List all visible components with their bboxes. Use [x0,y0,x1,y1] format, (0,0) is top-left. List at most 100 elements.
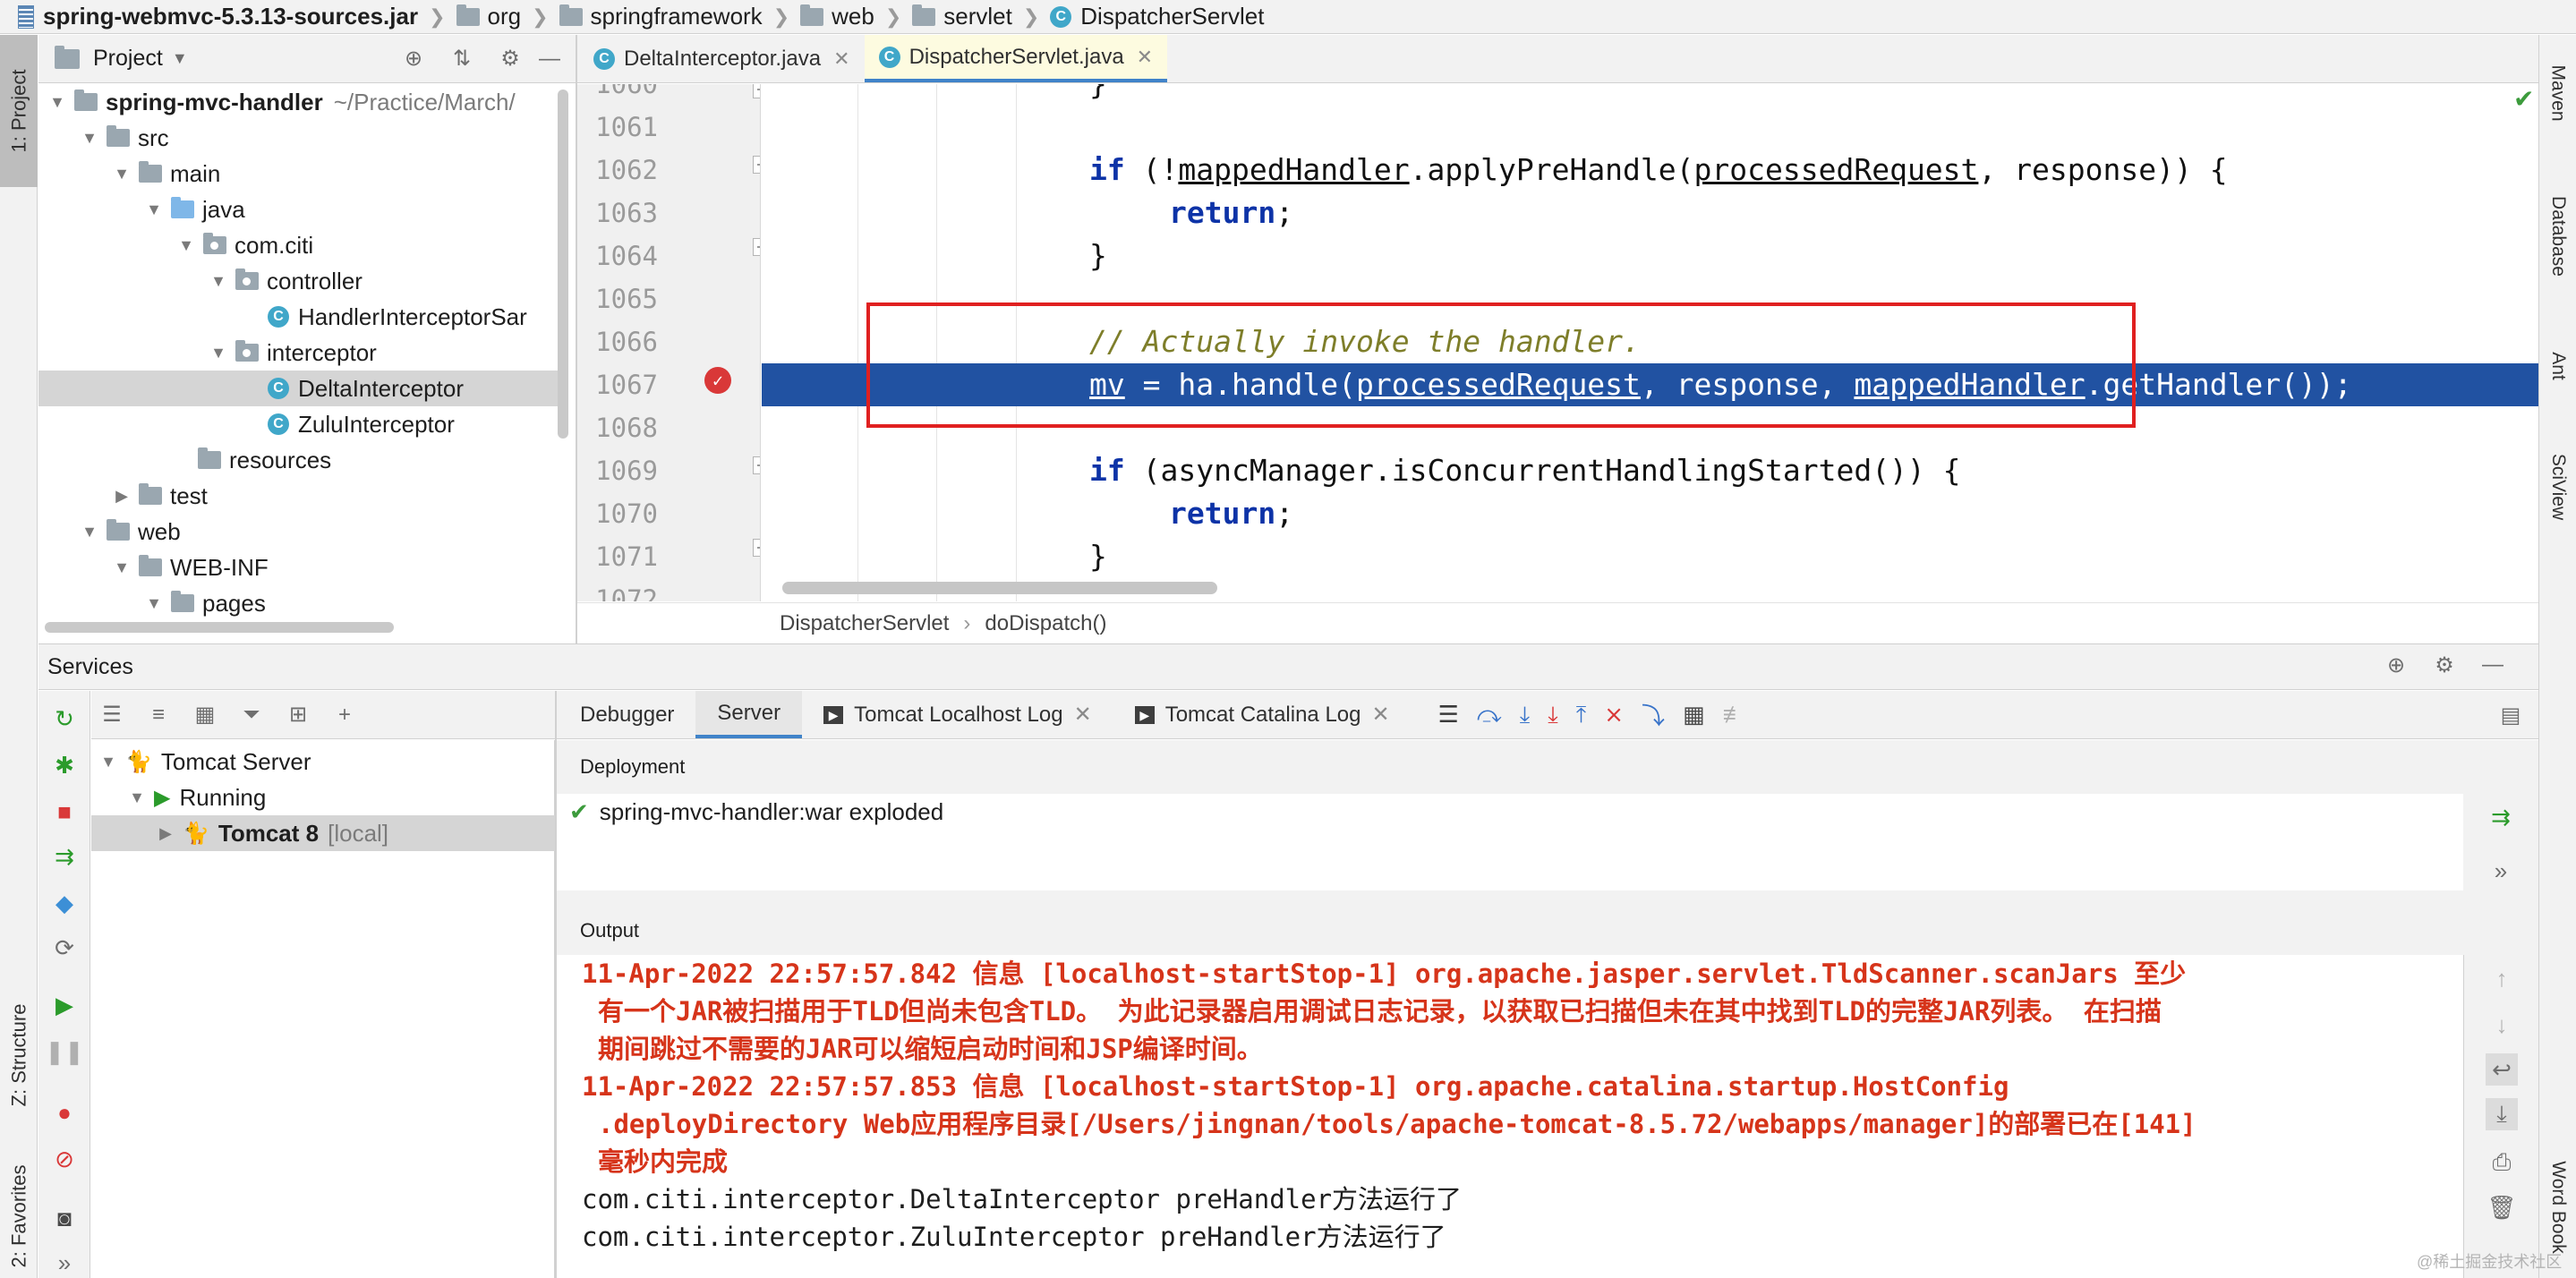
more-icon[interactable]: » [49,1248,80,1278]
more-icon[interactable]: » [2485,855,2517,887]
stop-icon[interactable]: ■ [49,797,80,827]
expand-arrow-icon[interactable]: ▼ [80,129,99,148]
tab-debugger[interactable]: Debugger [557,691,695,738]
close-icon[interactable]: ✕ [1137,46,1153,69]
step-into-icon[interactable]: ⤓ [1520,701,1531,729]
expand-arrow-icon[interactable]: ▼ [112,558,132,577]
trash-icon[interactable]: 🗑 [2486,1191,2518,1223]
breadcrumb-springframework[interactable]: ❯ springframework [521,3,763,30]
tree-item-handler-interceptor-sample[interactable]: C HandlerInterceptorSar [38,299,559,335]
refresh-icon[interactable]: ⟳ [49,933,80,963]
tree-item-zulu-interceptor[interactable]: C ZuluInterceptor [38,406,559,442]
tool-tab-ant[interactable]: Ant [2539,330,2576,402]
arrow-down-icon[interactable]: ↓ [2486,1009,2518,1041]
soft-wrap-icon[interactable]: ↩ [2486,1053,2518,1086]
drop-frame-icon[interactable]: ⨯ [1604,701,1624,728]
project-horizontal-scrollbar[interactable] [45,622,394,633]
fold-marker-icon[interactable] [753,456,760,474]
collapsed-arrow-icon[interactable]: ▶ [156,824,175,843]
tree-item-resources[interactable]: resources [38,442,559,478]
scroll-to-end-icon[interactable]: ⤓ [2486,1098,2518,1130]
arrow-up-icon[interactable]: ↑ [2486,962,2518,994]
tool-tab-project[interactable]: 1: Project [0,35,38,187]
breadcrumb-web[interactable]: ❯ web [763,3,874,30]
pause-icon[interactable]: ❚❚ [45,1036,84,1067]
fold-marker-icon[interactable] [753,238,760,256]
tree-item-web-inf[interactable]: ▼ WEB-INF [38,550,559,585]
debug-icon[interactable]: ✱ [49,750,80,780]
console-output[interactable]: 11-Apr-2022 22:57:57.842 信息 [localhost-s… [557,955,2463,1278]
inspection-ok-icon[interactable]: ✔ [2513,84,2534,114]
project-vertical-scrollbar[interactable] [558,89,568,439]
fold-marker-icon[interactable] [753,84,760,98]
tree-item-running[interactable]: ▼ ▶ Running [91,780,555,815]
tree-item-project-root[interactable]: ▼ spring-mvc-handler ~/Practice/March/ [38,84,559,120]
camera-icon[interactable]: ◙ [49,1203,80,1233]
tab-tomcat-catalina-log[interactable]: ▶ Tomcat Catalina Log ✕ [1113,691,1412,738]
collapse-all-icon[interactable]: ≡ [143,700,174,730]
step-out-icon[interactable]: ⤒ [1576,701,1587,729]
collapse-icon[interactable]: ⇅ [447,44,477,74]
gear-icon[interactable]: ⚙ [495,44,525,74]
expand-arrow-icon[interactable]: ▼ [127,788,147,807]
breadcrumb-method[interactable]: doDispatch() [985,611,1106,636]
tab-delta-interceptor[interactable]: C DeltaInterceptor.java ✕ [577,35,865,82]
tree-item-tomcat-server[interactable]: ▼ 🐈 Tomcat Server [91,744,555,780]
expand-arrow-icon[interactable]: ▼ [98,753,118,771]
locate-icon[interactable]: ⊕ [2381,650,2411,680]
expand-arrow-icon[interactable]: ▼ [209,272,228,291]
breadcrumb-class[interactable]: DispatcherServlet [780,611,949,636]
breadcrumb-servlet[interactable]: ❯ servlet [874,3,1012,30]
project-title[interactable]: Project [93,46,163,72]
expand-arrow-icon[interactable]: ▼ [176,236,196,255]
breadcrumb-org[interactable]: ❯ org [418,3,521,30]
minimize-icon[interactable]: — [534,44,565,74]
tool-tab-sciview[interactable]: SciView [2539,429,2576,545]
resume-icon[interactable]: ▶ [49,990,80,1020]
step-over-icon[interactable]: ⤼ [1477,701,1502,729]
deploy-icon[interactable]: ⇉ [49,841,80,872]
force-step-into-icon[interactable]: ⤓ [1548,701,1558,729]
breadcrumb-jar[interactable]: spring-webmvc-5.3.13-sources.jar [18,3,418,30]
expand-arrow-icon[interactable]: ▼ [144,200,164,219]
breadcrumb-dispatcherservlet[interactable]: ❯ C DispatcherServlet [1012,3,1265,30]
expand-all-icon[interactable]: ☰ [97,700,127,730]
expand-arrow-icon[interactable]: ▼ [47,93,67,112]
tool-tab-favorites[interactable]: 2: Favorites [0,1154,38,1278]
tool-tab-maven[interactable]: Maven [2539,44,2576,142]
editor-gutter[interactable]: 1060 1061 1062 1063 1064 1065 1066 1067 … [577,84,761,601]
tree-item-delta-interceptor[interactable]: C DeltaInterceptor [38,371,559,406]
tab-tomcat-localhost-log[interactable]: ▶ Tomcat Localhost Log ✕ [802,691,1113,738]
tree-item-controller[interactable]: ▼ controller [38,263,559,299]
filter-icon[interactable]: ⏷ [236,700,267,730]
minimize-icon[interactable]: — [2478,650,2508,680]
tool-tab-structure[interactable]: Z: Structure [0,966,38,1145]
show-execution-point-icon[interactable]: ☰ [1438,701,1459,728]
run-to-cursor-icon[interactable]: ⤵ [1642,698,1665,731]
breakpoint-icon[interactable]: ✓ [704,367,731,394]
tool-tab-database[interactable]: Database [2539,169,2576,303]
trace-icon[interactable]: ≢ [1723,701,1746,728]
tree-item-com-citi[interactable]: ▼ com.citi [38,227,559,263]
group-icon[interactable]: ▦ [190,700,220,730]
rerun-icon[interactable]: ↻ [49,703,80,734]
gear-icon[interactable]: ⚙ [2429,650,2460,680]
artifact-icon[interactable]: ◆ [49,888,80,918]
layout-icon[interactable]: ▤ [2495,700,2526,730]
tree-item-web[interactable]: ▼ web [38,514,559,550]
chevron-down-icon[interactable]: ▼ [172,49,188,68]
fold-marker-icon[interactable] [753,156,760,174]
expand-arrow-icon[interactable]: ▼ [144,594,164,613]
tree-item-src[interactable]: ▼ src [38,120,559,156]
tab-server[interactable]: Server [695,691,803,738]
expand-arrow-icon[interactable]: ▼ [80,523,99,541]
tree-item-main[interactable]: ▼ main [38,156,559,192]
expand-arrow-icon[interactable]: ▼ [112,165,132,183]
tree-item-test[interactable]: ▶ test [38,478,559,514]
new-tab-icon[interactable]: ⊞ [283,700,313,730]
mute-breakpoints-icon[interactable]: ⊘ [49,1144,80,1174]
tree-item-java[interactable]: ▼ java [38,192,559,227]
deploy-icon[interactable]: ⇉ [2485,801,2517,833]
fold-marker-icon[interactable] [753,539,760,557]
add-icon[interactable]: + [329,700,360,730]
